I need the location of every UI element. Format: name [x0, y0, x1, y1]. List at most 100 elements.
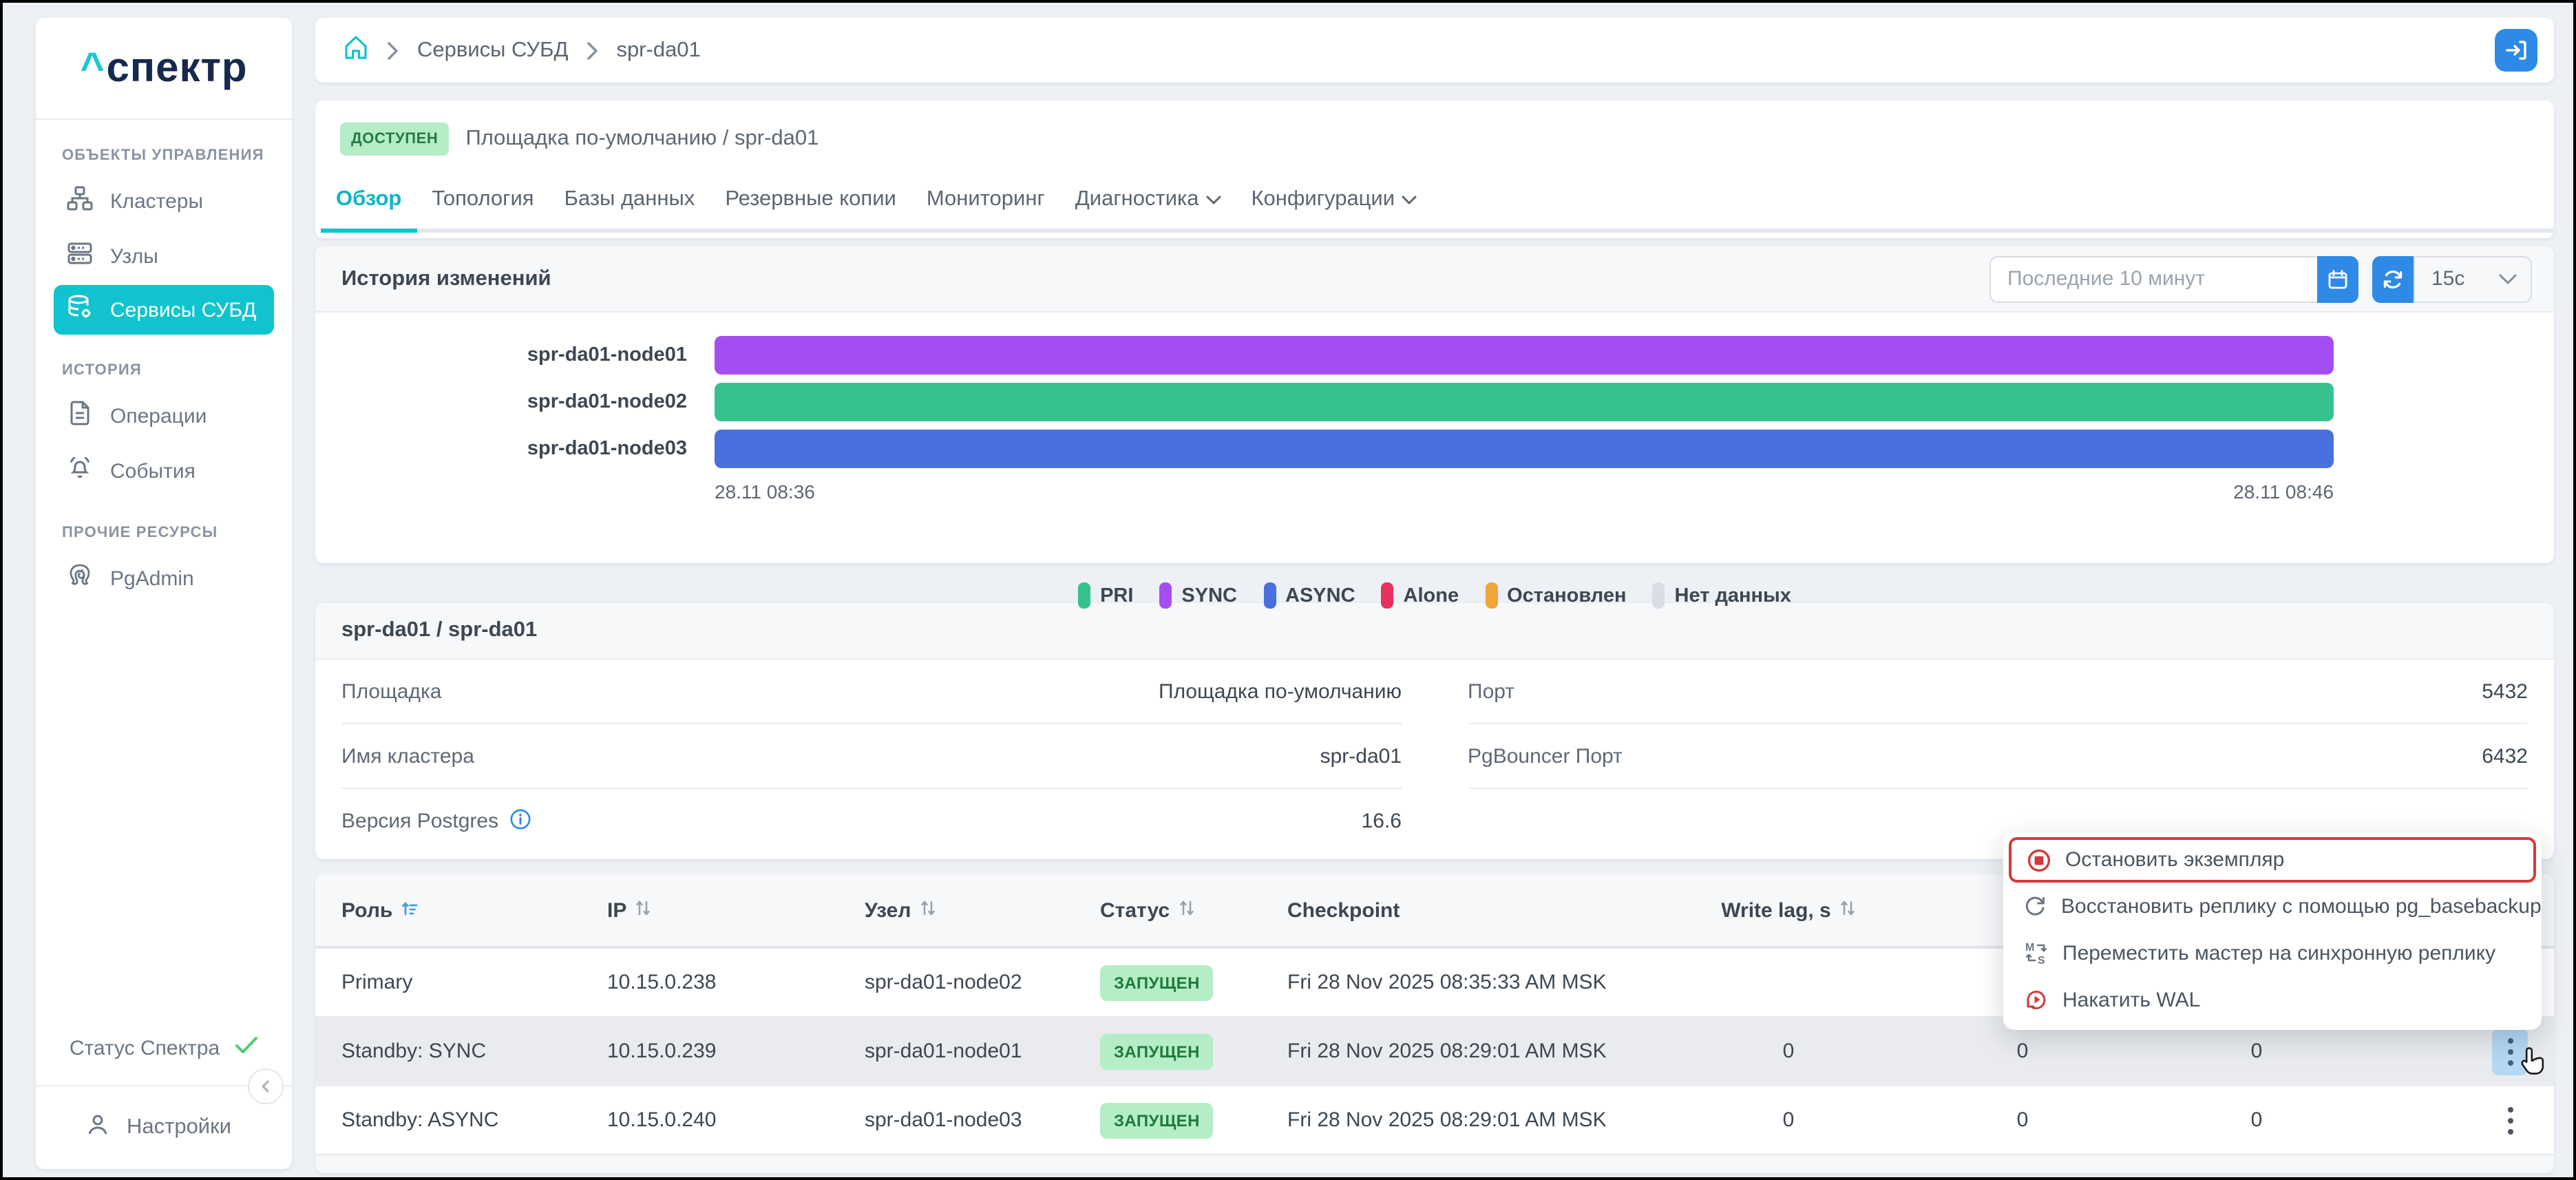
menu-item-label: Восстановить реплику с помощью pg_baseba…	[2061, 894, 2542, 918]
history-panel: История изменений 15c	[315, 246, 2554, 563]
column-header-write-lag[interactable]: Write lag, s	[1671, 898, 1905, 922]
info-value: Площадка по-умолчанию	[1159, 679, 1402, 703]
cell-role: Standby: SYNC	[341, 1040, 607, 1063]
time-range-group	[1989, 255, 2358, 302]
tab-databases[interactable]: Базы данных	[549, 187, 710, 233]
cell-flush-lag: 0	[1905, 1108, 2140, 1132]
column-header-ip[interactable]: IP	[607, 898, 865, 922]
tab-overview[interactable]: Обзор	[321, 187, 416, 233]
chevron-down-icon	[2499, 273, 2517, 284]
info-label: Порт	[1468, 679, 1514, 703]
sidebar-item-label: Сервисы СУБД	[110, 298, 256, 322]
cell-status: ЗАПУЩЕН	[1100, 965, 1287, 1000]
logo-text: спектр	[107, 45, 248, 92]
column-header-node[interactable]: Узел	[865, 898, 1100, 922]
menu-item-switchover[interactable]: MS Переместить мастер на синхронную репл…	[2009, 929, 2536, 976]
menu-item-stop-instance[interactable]: Остановить экземпляр	[2009, 837, 2536, 883]
info-col-right: Порт 5432 PgBouncer Порт 6432	[1468, 660, 2528, 854]
info-row-site: Площадка Площадка по-умолчанию	[341, 660, 1402, 724]
info-value: spr-da01	[1320, 744, 1402, 768]
menu-item-apply-wal[interactable]: Накатить WAL	[2009, 976, 2536, 1023]
cell-write-lag: 0	[1671, 1040, 1905, 1063]
info-row-cluster-name: Имя кластера spr-da01	[341, 724, 1402, 789]
tab-monitoring[interactable]: Мониторинг	[911, 187, 1060, 233]
legend-swatch-pri	[1078, 582, 1090, 609]
sidebar-item-nodes[interactable]: Узлы	[54, 230, 274, 282]
switchover-master-icon: MS	[2023, 940, 2049, 965]
info-icon[interactable]	[509, 808, 531, 835]
logout-button[interactable]	[2495, 29, 2537, 72]
tab-configurations[interactable]: Конфигурации	[1236, 187, 1433, 233]
menu-item-label: Накатить WAL	[2062, 988, 2200, 1011]
time-range-input[interactable]	[1989, 255, 2317, 302]
db-services-icon	[66, 293, 94, 326]
cell-role: Standby: ASYNC	[341, 1108, 607, 1132]
cell-replay-lag: 0	[2140, 1108, 2374, 1132]
breadcrumb-level2: spr-da01	[616, 38, 700, 63]
app-window: ^спектр ОБЪЕКТЫ УПРАВЛЕНИЯ Кластеры Узлы…	[0, 0, 2576, 1180]
sidebar-item-label: Узлы	[110, 244, 158, 268]
sidebar-item-clusters[interactable]: Кластеры	[54, 175, 274, 227]
timeline-bar-sync[interactable]	[715, 336, 2334, 375]
info-row-port: Порт 5432	[1468, 660, 2528, 724]
pgadmin-elephant-icon	[66, 562, 94, 595]
sidebar-footer: Статус Спектра Настройки	[36, 1011, 292, 1169]
tab-bar: Обзор Топология Базы данных Резервные ко…	[321, 187, 2554, 233]
sidebar-item-operations[interactable]: Операции	[54, 390, 274, 442]
info-col-left: Площадка Площадка по-умолчанию Имя класт…	[341, 660, 1402, 854]
info-label: Имя кластера	[341, 744, 474, 768]
info-value: 5432	[2482, 679, 2528, 703]
refresh-interval-select[interactable]: 15c	[2414, 255, 2532, 302]
cell-write-lag: 0	[1671, 1108, 1905, 1132]
sort-updown-icon	[635, 898, 651, 922]
refresh-interval-value: 15c	[2431, 267, 2464, 291]
legend-swatch-sync	[1159, 582, 1172, 609]
cell-ip: 10.15.0.239	[607, 1040, 865, 1063]
sidebar-item-label: События	[110, 459, 196, 483]
column-header-status[interactable]: Статус	[1100, 898, 1287, 922]
timeline-legend: PRI SYNC ASYNC Alone Остановлен Нет данн…	[315, 582, 2554, 609]
status-check-icon	[233, 1035, 258, 1060]
cell-actions	[2374, 1097, 2528, 1144]
sidebar-item-events[interactable]: События	[54, 445, 274, 497]
cell-ip: 10.15.0.240	[607, 1108, 865, 1132]
timeline-bar-async[interactable]	[715, 430, 2334, 468]
info-value: 6432	[2482, 744, 2528, 768]
chevron-right-icon	[387, 41, 399, 60]
user-icon	[85, 1112, 110, 1144]
timeline-row-label: spr-da01-node01	[315, 344, 687, 366]
tab-diagnostics[interactable]: Диагностика	[1060, 187, 1236, 233]
home-icon[interactable]	[343, 34, 369, 67]
table-footer	[315, 1155, 2554, 1173]
settings-label: Настройки	[127, 1115, 231, 1140]
cluster-info-header: spr-da01 / spr-da01	[315, 603, 2554, 660]
service-title: Площадка по-умолчанию / spr-da01	[465, 127, 819, 151]
tab-backups[interactable]: Резервные копии	[710, 187, 911, 233]
sidebar-collapse-button[interactable]	[248, 1068, 284, 1104]
menu-item-label: Остановить экземпляр	[2065, 848, 2284, 872]
row-actions-kebab-icon[interactable]	[2492, 1097, 2528, 1144]
service-header: ДОСТУПЕН Площадка по-умолчанию / spr-da0…	[315, 101, 2554, 238]
menu-item-restore-replica[interactable]: Восстановить реплику с помощью pg_baseba…	[2009, 883, 2536, 929]
cell-status: ЗАПУЩЕН	[1100, 1033, 1287, 1069]
sort-asc-active-icon	[401, 898, 419, 922]
mouse-cursor-hand	[2518, 1045, 2551, 1088]
tab-topology[interactable]: Топология	[416, 187, 549, 233]
legend-item-pri: PRI	[1078, 582, 1133, 609]
sort-updown-icon	[919, 898, 936, 922]
column-header-role[interactable]: Роль	[341, 898, 607, 922]
sidebar-item-pgadmin[interactable]: PgAdmin	[54, 552, 274, 604]
sidebar-item-db-services[interactable]: Сервисы СУБД	[54, 285, 274, 335]
cell-node: spr-da01-node01	[865, 1040, 1100, 1063]
breadcrumb-level1[interactable]: Сервисы СУБД	[417, 38, 568, 63]
refresh-button[interactable]	[2372, 255, 2414, 302]
calendar-button[interactable]	[2317, 255, 2358, 302]
table-row-standby-async[interactable]: Standby: ASYNC 10.15.0.240 spr-da01-node…	[315, 1086, 2554, 1155]
timeline-bar-pri[interactable]	[715, 383, 2334, 421]
wal-apply-icon	[2023, 987, 2049, 1012]
column-header-checkpoint: Checkpoint	[1287, 898, 1671, 922]
chevron-down-icon	[1402, 187, 1417, 212]
legend-swatch-async	[1263, 582, 1276, 609]
sidebar-section-objects: ОБЪЕКТЫ УПРАВЛЕНИЯ	[62, 147, 274, 164]
timeline-chart: spr-da01-node01 spr-da01-node02 spr-da01…	[315, 313, 2554, 562]
